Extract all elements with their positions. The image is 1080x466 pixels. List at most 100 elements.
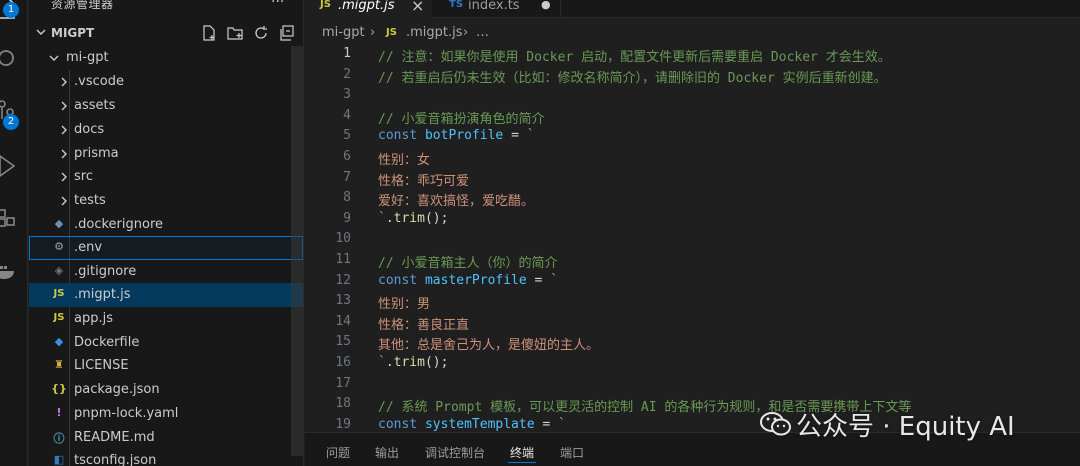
- breadcrumb-more[interactable]: …: [476, 25, 489, 40]
- chevron-right-icon: [61, 125, 67, 135]
- chevron-down-icon: [49, 55, 59, 61]
- panel-tab-output[interactable]: 输出: [375, 444, 399, 461]
- tree-item-label: README.md: [74, 430, 155, 445]
- code-line[interactable]: const botProfile = `: [378, 128, 535, 143]
- new-file-icon[interactable]: [201, 25, 219, 43]
- tree-folder-prisma[interactable]: prisma: [29, 142, 303, 166]
- panel-tab-problems[interactable]: 问题: [326, 444, 350, 461]
- collapse-all-icon[interactable]: [279, 25, 297, 43]
- more-actions-button[interactable]: ···: [271, 0, 284, 10]
- tree-item-label: .gitignore: [74, 264, 137, 279]
- code-token: 性别：女: [378, 153, 431, 168]
- project-header[interactable]: MIGPT: [29, 22, 303, 46]
- docker-file-icon: ◆: [54, 217, 64, 230]
- new-folder-icon[interactable]: [227, 25, 245, 43]
- tab-index-ts[interactable]: TS index.ts ●: [433, 0, 561, 18]
- docker-icon[interactable]: [0, 255, 28, 283]
- tree-file-dockerignore[interactable]: ◆ .dockerignore: [29, 213, 303, 237]
- refresh-icon[interactable]: [253, 25, 271, 43]
- code-line[interactable]: `.trim();: [378, 355, 448, 370]
- code-token: `: [558, 416, 566, 432]
- modified-dot-icon[interactable]: ●: [541, 0, 551, 11]
- watermark: 公众号 · Equity AI: [760, 402, 1060, 446]
- code-line[interactable]: // 小爱音箱扮演角色的简介: [378, 108, 544, 127]
- tree-folder-vscode[interactable]: .vscode: [29, 70, 303, 94]
- extensions-icon[interactable]: [0, 202, 28, 230]
- close-icon[interactable]: ×: [411, 0, 424, 15]
- tree-item-label: pnpm-lock.yaml: [74, 406, 179, 421]
- panel-tab-terminal[interactable]: 终端: [510, 444, 534, 461]
- code-token: botProfile: [424, 128, 504, 144]
- code-token: const: [378, 416, 425, 432]
- code-token: // 注意：如果你是使用 Docker 启动，配置文件更新后需要重启 Docke…: [378, 50, 891, 65]
- tree-item-label: package.json: [74, 382, 160, 397]
- run-debug-icon[interactable]: [0, 150, 28, 178]
- code-line[interactable]: 性格：乖巧可爱: [378, 170, 469, 189]
- breadcrumb-folder[interactable]: mi-gpt: [322, 25, 365, 40]
- explorer-title: 资源管理器: [51, 0, 114, 11]
- tree-file-readme[interactable]: ⓘ README.md: [29, 426, 303, 450]
- tree-file-dockerfile[interactable]: ◆ Dockerfile: [29, 331, 303, 355]
- code-token: const: [378, 272, 425, 288]
- line-number: 17: [335, 375, 351, 391]
- code-token: =: [526, 272, 551, 288]
- tree-item-label: .migpt.js: [74, 287, 131, 302]
- tree-item-label: prisma: [74, 146, 119, 161]
- code-line[interactable]: 性别：男: [378, 293, 430, 312]
- source-control-badge: 2: [3, 114, 19, 130]
- active-tab-indicator: [508, 462, 536, 463]
- code-line[interactable]: // 小爱音箱主人（你）的简介: [378, 252, 557, 271]
- tree-folder-src[interactable]: src: [29, 165, 303, 189]
- tree-folder-docs[interactable]: docs: [29, 118, 303, 142]
- code-line[interactable]: 性别：女: [378, 149, 430, 168]
- tree-file-license[interactable]: ♜ LICENSE: [29, 354, 303, 378]
- tree-folder-mi-gpt[interactable]: mi-gpt: [29, 46, 303, 70]
- breadcrumb-file[interactable]: .migpt.js: [406, 25, 463, 40]
- tree-file-tsconfig[interactable]: ◧ tsconfig.json: [29, 449, 303, 466]
- code-token: masterProfile: [424, 272, 527, 288]
- tree-folder-assets[interactable]: assets: [29, 94, 303, 118]
- code-line[interactable]: // 若重启后仍未生效（比如：修改名称简介），请删除旧的 Docker 实例后重…: [378, 67, 887, 86]
- code-line[interactable]: 性格：善良正直: [378, 314, 469, 333]
- code-token: 性格：善良正直: [378, 317, 470, 333]
- tree-item-label: docs: [74, 122, 105, 137]
- code-token: const: [378, 128, 425, 144]
- search-icon[interactable]: [0, 44, 28, 72]
- panel-tab-debug-console[interactable]: 调试控制台: [425, 444, 485, 461]
- yaml-file-icon: !: [56, 406, 62, 419]
- code-line[interactable]: const systemTemplate = `: [378, 417, 566, 432]
- tree-file-gitignore[interactable]: ◈ .gitignore: [29, 260, 303, 284]
- tab-migpt-js[interactable]: JS .migpt.js ×: [305, 0, 432, 18]
- tree-item-label: .vscode: [74, 74, 124, 89]
- line-number: 13: [335, 293, 351, 309]
- tree-folder-tests[interactable]: tests: [29, 189, 303, 213]
- tree-item-label: tests: [74, 193, 106, 208]
- line-number: 5: [343, 128, 351, 144]
- line-number: 14: [335, 313, 351, 329]
- sidebar-scrollbar[interactable]: [291, 46, 303, 456]
- code-token: // 小爱音箱主人（你）的简介: [378, 256, 558, 271]
- files-icon[interactable]: 1: [0, 0, 28, 20]
- code-editor[interactable]: 1 // 注意：如果你是使用 Docker 启动，配置文件更新后需要重启 Dock…: [305, 44, 1080, 432]
- tree-file-app-js[interactable]: JS app.js: [29, 307, 303, 331]
- explorer-sidebar: 资源管理器 ··· MIGPT mi-gpt .vscode assets do…: [29, 0, 304, 466]
- tree-file-env[interactable]: ⚙ .env: [29, 236, 303, 260]
- code-line[interactable]: 爱好：喜欢搞怪，爱吃醋。: [378, 190, 534, 209]
- source-control-icon[interactable]: 2: [0, 96, 28, 130]
- tree-file-package-json[interactable]: {} package.json: [29, 378, 303, 402]
- editor-tabs: JS .migpt.js × TS index.ts ●: [305, 0, 1080, 18]
- chevron-right-icon: [61, 77, 67, 87]
- line-number: 12: [335, 272, 351, 288]
- tree-file-migpt-js[interactable]: JS .migpt.js: [29, 283, 303, 307]
- line-number: 8: [343, 190, 351, 206]
- line-number: 1: [343, 46, 351, 61]
- code-token: 性别：男: [378, 297, 431, 313]
- line-number: 19: [335, 416, 351, 432]
- panel-tab-ports[interactable]: 端口: [560, 444, 584, 461]
- code-token: 其他：总是舍己为人，是傻妞的主人。: [378, 338, 600, 354]
- tree-file-pnpm-lock[interactable]: ! pnpm-lock.yaml: [29, 402, 303, 426]
- code-line[interactable]: 其他：总是舍己为人，是傻妞的主人。: [378, 334, 599, 353]
- code-line[interactable]: `.trim();: [378, 211, 448, 226]
- code-line[interactable]: const masterProfile = `: [378, 273, 558, 288]
- code-line[interactable]: // 注意：如果你是使用 Docker 启动，配置文件更新后需要重启 Docke…: [378, 46, 891, 65]
